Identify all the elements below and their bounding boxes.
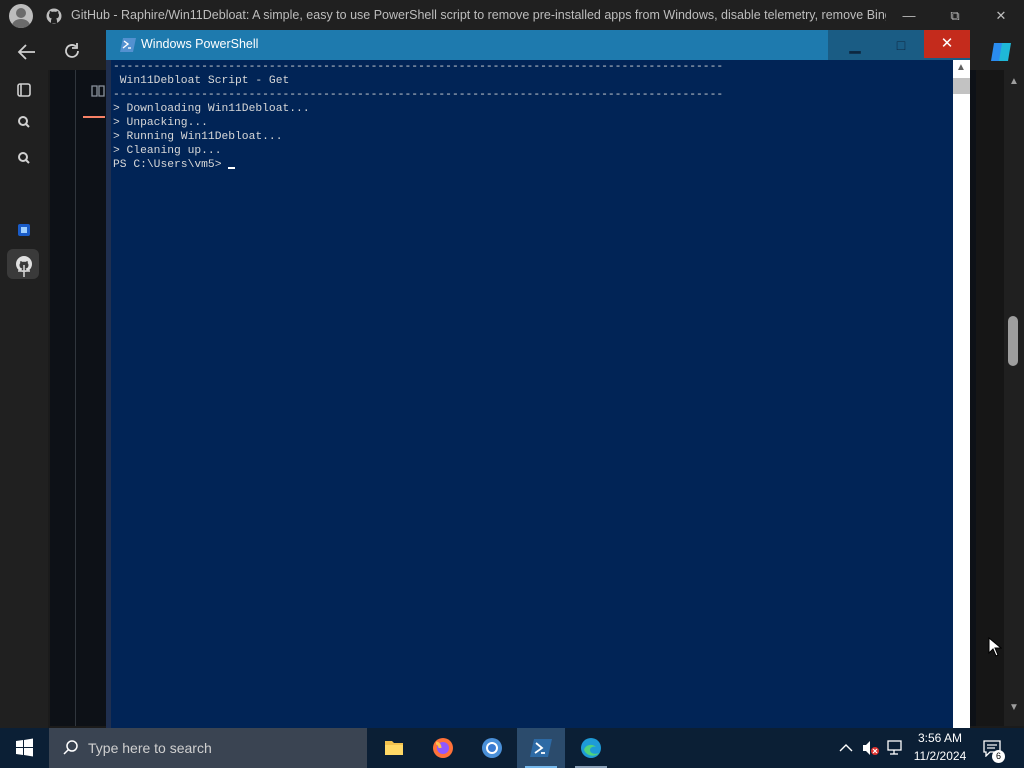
- taskbar-firefox[interactable]: [419, 728, 467, 768]
- scrollbar-thumb[interactable]: [1008, 316, 1018, 366]
- browser-minimize-button[interactable]: —: [886, 0, 932, 32]
- edge-sidebar: [0, 70, 48, 730]
- network-icon[interactable]: [886, 740, 904, 756]
- prompt-text: PS C:\Users\vm5>: [113, 159, 229, 171]
- active-tab-underline: [83, 116, 105, 118]
- taskbar-file-explorer[interactable]: [370, 728, 418, 768]
- console-line: Win11Debloat Script - Get: [113, 75, 290, 87]
- console-text: ----------------------------------------…: [113, 60, 723, 172]
- page-divider: [75, 70, 76, 726]
- reload-icon[interactable]: [62, 41, 82, 61]
- taskbar-chrome[interactable]: [468, 728, 516, 768]
- prompt-line[interactable]: PS C:\Users\vm5>: [113, 158, 723, 172]
- github-tab-icon: [46, 8, 62, 24]
- console-line: > Downloading Win11Debloat...: [113, 103, 310, 115]
- add-icon[interactable]: [12, 259, 36, 283]
- console-scrollbar-thumb[interactable]: [953, 78, 970, 94]
- clock-time[interactable]: 3:56 AM: [910, 731, 970, 745]
- copilot-icon[interactable]: [988, 39, 1014, 65]
- powershell-minimize-button[interactable]: ▁: [832, 30, 878, 60]
- taskbar-powershell[interactable]: [517, 728, 565, 768]
- app-tile-icon[interactable]: [12, 218, 36, 242]
- book-icon[interactable]: [91, 84, 105, 98]
- folder-icon: [385, 741, 403, 755]
- powershell-icon: [120, 38, 136, 52]
- tab-actions-icon[interactable]: [12, 78, 36, 102]
- browser-restore-button[interactable]: ⧉: [932, 0, 978, 32]
- powershell-icon: [530, 739, 552, 757]
- powershell-close-button[interactable]: ✕: [924, 30, 970, 58]
- taskbar-search-box[interactable]: Type here to search: [49, 728, 367, 768]
- clock-date[interactable]: 11/2/2024: [908, 749, 972, 763]
- page-right-edge: [976, 70, 1004, 726]
- browser-tab-title[interactable]: GitHub - Raphire/Win11Debloat: A simple,…: [71, 8, 886, 22]
- profile-avatar[interactable]: [9, 4, 33, 28]
- console-line: > Unpacking...: [113, 117, 208, 129]
- search-icon: [63, 740, 78, 755]
- browser-close-button[interactable]: ✕: [978, 0, 1024, 32]
- edge-icon: [581, 738, 601, 758]
- windows-start-icon[interactable]: [0, 728, 48, 768]
- search-placeholder: Type here to search: [88, 740, 212, 756]
- text-cursor: [228, 167, 236, 169]
- chevron-up-icon[interactable]: [838, 741, 854, 755]
- mouse-pointer-icon: [988, 637, 1002, 657]
- firefox-icon: [433, 738, 453, 758]
- browser-titlebar: GitHub - Raphire/Win11Debloat: A simple,…: [0, 0, 1024, 32]
- taskbar-edge[interactable]: [567, 728, 615, 768]
- taskbar: Type here to search 3:56 AM 11/2/2024: [0, 728, 1024, 768]
- back-arrow-icon[interactable]: [16, 41, 38, 63]
- search-icon[interactable]: [12, 110, 36, 134]
- scroll-up-icon[interactable]: ▲: [956, 62, 966, 73]
- page-scrollbar[interactable]: ▲ ▼: [1004, 70, 1024, 726]
- volume-muted-icon[interactable]: [861, 740, 881, 756]
- search-icon[interactable]: [12, 146, 36, 170]
- console-line: ----------------------------------------…: [113, 61, 724, 73]
- powershell-window[interactable]: Windows PowerShell ▁ □ ✕ ---------------…: [106, 30, 970, 730]
- powershell-titlebar[interactable]: Windows PowerShell ▁ □ ✕: [106, 30, 970, 60]
- console-line: ----------------------------------------…: [113, 89, 724, 101]
- scroll-up-icon[interactable]: ▲: [1009, 76, 1019, 87]
- console-line: > Cleaning up...: [113, 145, 222, 157]
- chrome-icon: [482, 738, 502, 758]
- powershell-maximize-button[interactable]: □: [878, 30, 924, 60]
- scroll-down-icon[interactable]: ▼: [1009, 702, 1019, 713]
- console-line: > Running Win11Debloat...: [113, 131, 283, 143]
- notification-count-badge: 6: [992, 750, 1005, 763]
- powershell-title: Windows PowerShell: [141, 37, 259, 51]
- console-scrollbar[interactable]: ▲: [953, 60, 970, 730]
- console-output[interactable]: ----------------------------------------…: [111, 60, 953, 728]
